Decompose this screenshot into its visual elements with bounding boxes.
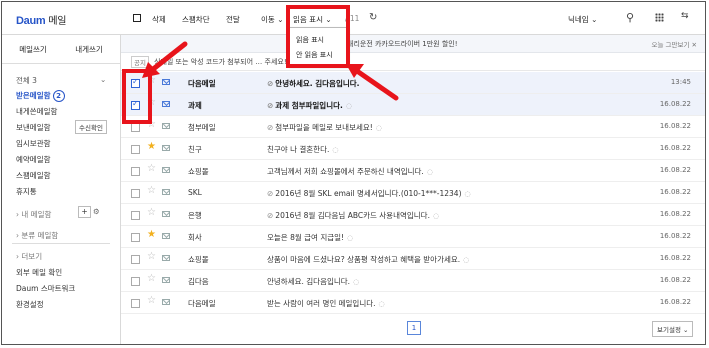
- annotation-arrows: [142, 41, 399, 101]
- arrow-to-checkboxes: [142, 41, 188, 78]
- arrow-to-read-menu: [346, 64, 399, 101]
- mail-window: Daum 메일 삭제 스팸차단 전달 이동 ⌄ 읽음 표시 ⌄ / 11 ↻ 닉네…: [1, 1, 706, 345]
